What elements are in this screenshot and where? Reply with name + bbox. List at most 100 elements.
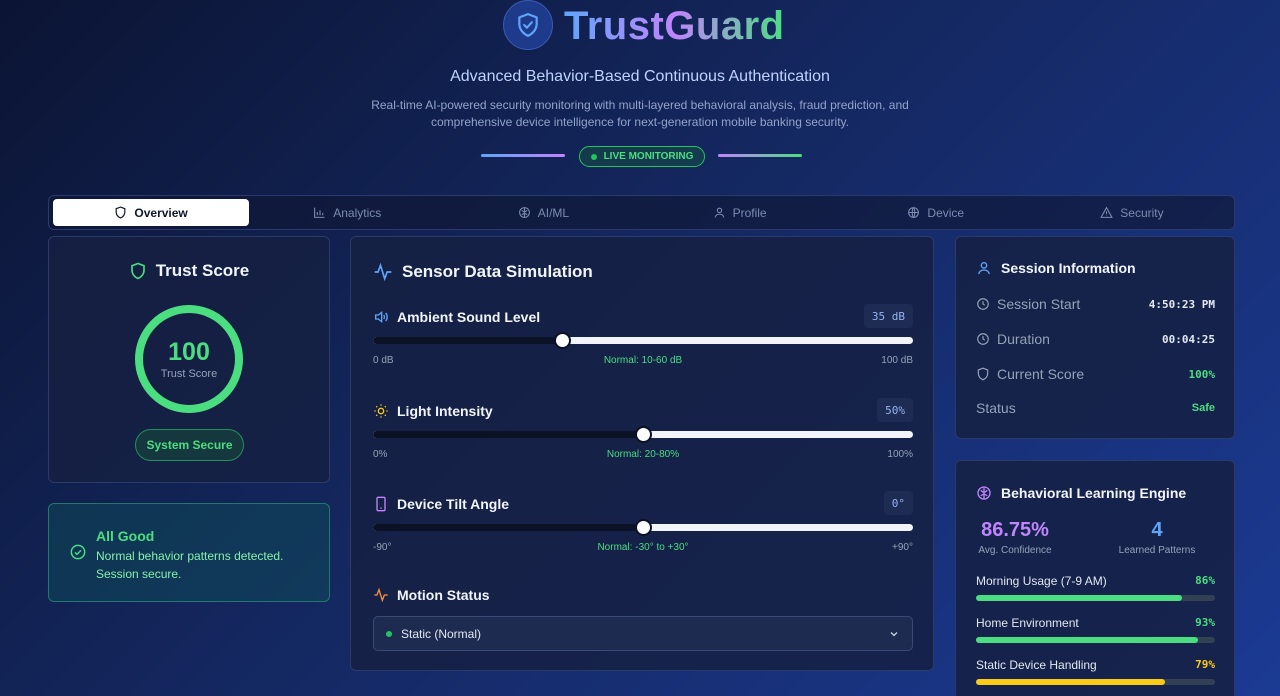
duration-row: Duration 00:04:25 [976, 329, 1215, 349]
pattern-item: Morning Usage (7-9 AM) 86% [976, 574, 1215, 604]
tab-ai-ml[interactable]: AI/ML [445, 199, 641, 226]
status-value: Safe [1191, 402, 1215, 414]
tab-analytics[interactable]: Analytics [249, 199, 445, 226]
divider [718, 154, 802, 157]
tab-label: AI/ML [537, 205, 570, 220]
session-start-value: 4:50:23 PM [1148, 297, 1215, 311]
pattern-bar [976, 637, 1215, 643]
sensor-value: 35 dB [863, 304, 913, 328]
app-name: TrustGuard [564, 4, 785, 48]
card-title: Trust Score [49, 261, 329, 281]
trust-score-value: 100 [168, 338, 210, 366]
pattern-value: 79% [1195, 658, 1215, 671]
status-alert: All Good Normal behavior patterns detect… [48, 503, 330, 602]
motion-status-heading: Motion Status [373, 587, 490, 603]
brain-icon [518, 207, 530, 218]
sensor-simulation-card: Sensor Data Simulation Ambient Sound Lev… [350, 236, 934, 671]
activity-icon [374, 587, 388, 603]
live-status-row: LIVE MONITORING [0, 146, 1280, 167]
live-monitoring-badge: LIVE MONITORING [579, 146, 705, 167]
pattern-bar-fill [976, 679, 1165, 685]
trust-score-card: Trust Score 100 Trust Score System Secur… [48, 236, 330, 483]
duration-value: 00:04:25 [1162, 332, 1215, 346]
bar-chart-icon [314, 207, 325, 218]
pattern-value: 86% [1195, 574, 1215, 587]
live-badge-label: LIVE MONITORING [603, 151, 694, 162]
clock-icon [976, 297, 990, 311]
tab-bar: Overview Analytics AI/ML Profile Device … [48, 195, 1235, 230]
learned-patterns-value: 4 [1151, 519, 1163, 541]
clock-icon [976, 332, 990, 346]
tab-profile[interactable]: Profile [642, 199, 838, 226]
tab-label: Profile [732, 205, 767, 220]
alert-message: Normal behavior patterns detected. Sessi… [96, 549, 284, 581]
learned-patterns-label: Learned Patterns [1118, 545, 1196, 556]
sound-slider[interactable] [373, 332, 913, 349]
slider-thumb[interactable] [554, 332, 571, 349]
pattern-item: Static Device Handling 79% [976, 658, 1215, 688]
session-start-row: Session Start 4:50:23 PM [976, 294, 1215, 314]
status-badge: System Secure [135, 429, 244, 461]
scale-normal: Normal: -30° to +30° [597, 542, 689, 553]
sensor-light: Light Intensity 50% 0% Normal: 20-80% 10… [373, 398, 913, 463]
pattern-bar-fill [976, 637, 1199, 643]
pattern-item: Home Environment 93% [976, 616, 1215, 646]
tab-device[interactable]: Device [838, 199, 1034, 226]
alert-title: All Good [96, 528, 155, 544]
divider [481, 154, 565, 157]
shield-check-icon [503, 0, 553, 50]
sensor-tilt: Device Tilt Angle 0° -90° Normal: -30° t… [373, 491, 913, 556]
session-info-card: Session Information Session Start 4:50:2… [955, 236, 1235, 439]
sensor-sound: Ambient Sound Level 35 dB 0 dB Normal: 1… [373, 304, 913, 369]
slider-thumb[interactable] [635, 519, 652, 536]
tilt-slider[interactable] [373, 519, 913, 536]
sensor-value: 0° [883, 491, 913, 515]
status-dot-icon [386, 630, 392, 637]
scale-max: 100% [887, 449, 913, 460]
card-title: Session Information [976, 260, 1136, 276]
status-row: Status Safe [976, 400, 1215, 416]
tab-overview[interactable]: Overview [53, 199, 250, 226]
speaker-icon [375, 310, 388, 324]
globe-icon [908, 207, 920, 218]
warning-icon [1100, 206, 1114, 218]
card-title: Sensor Data Simulation [373, 262, 593, 282]
sensor-label: Ambient Sound Level [397, 309, 541, 325]
tab-label: Security [1120, 205, 1164, 220]
select-value: Static (Normal) [401, 626, 482, 641]
behavioral-engine-card: Behavioral Learning Engine 86.75% Avg. C… [955, 460, 1235, 696]
avg-confidence-label: Avg. Confidence [978, 545, 1052, 556]
brand-header: TrustGuard [0, 0, 1280, 56]
tab-label: Analytics [333, 205, 382, 220]
current-score-value: 100% [1188, 367, 1216, 381]
current-score-row: Current Score 100% [976, 364, 1215, 384]
avg-confidence-value: 86.75% [981, 519, 1049, 541]
chevron-down-icon [890, 631, 898, 636]
pattern-bar [976, 595, 1215, 601]
shield-icon [115, 206, 126, 219]
avg-confidence-stat: 86.75% Avg. Confidence [955, 519, 1075, 556]
brain-icon [977, 486, 991, 500]
scale-max: 100 dB [881, 355, 913, 366]
light-slider[interactable] [373, 426, 913, 443]
sun-icon [374, 404, 388, 418]
scale-normal: Normal: 20-80% [606, 449, 680, 460]
trust-score-label: Trust Score [160, 368, 218, 380]
slider-thumb[interactable] [635, 426, 652, 443]
user-icon [978, 262, 990, 275]
pattern-value: 93% [1195, 616, 1215, 629]
sensor-label: Device Tilt Angle [397, 496, 510, 512]
learned-patterns-stat: 4 Learned Patterns [1097, 519, 1217, 556]
motion-status-select[interactable]: Static (Normal) [373, 616, 913, 651]
status-dot-icon [590, 153, 597, 160]
activity-icon [374, 262, 392, 282]
page-description: Real-time AI-powered security monitoring… [371, 98, 909, 129]
check-circle-icon [70, 544, 86, 560]
user-icon [714, 207, 724, 218]
tab-label: Device [927, 205, 965, 220]
tab-security[interactable]: Security [1034, 199, 1230, 226]
scale-normal: Normal: 10-60 dB [603, 355, 683, 366]
page-subtitle: Advanced Behavior-Based Continuous Authe… [450, 68, 830, 85]
shield-icon [976, 367, 990, 381]
shield-icon [130, 262, 145, 280]
